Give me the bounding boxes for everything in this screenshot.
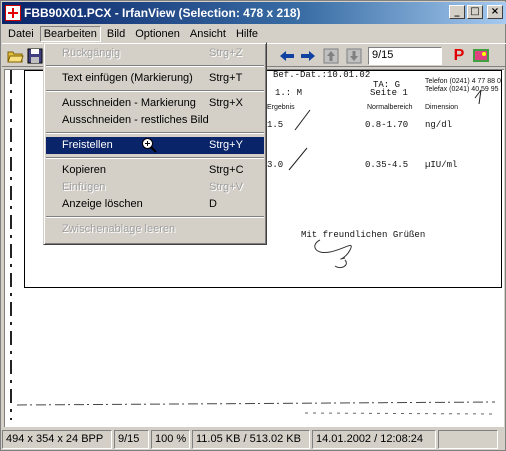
menu-ansicht[interactable]: Ansicht bbox=[186, 26, 230, 42]
status-filesize: 11.05 KB / 513.02 KB bbox=[192, 430, 310, 449]
page-number-field[interactable]: 9/15 bbox=[368, 47, 442, 65]
menu-separator bbox=[46, 216, 264, 218]
menuitem-cut-selection[interactable]: Ausschneiden - Markierung Strg+X bbox=[44, 95, 266, 112]
close-button[interactable]: × bbox=[487, 5, 503, 19]
down-icon[interactable] bbox=[345, 47, 363, 65]
open-folder-icon[interactable] bbox=[6, 47, 24, 65]
menu-separator bbox=[46, 157, 264, 159]
status-bar: 494 x 354 x 24 BPP 9/15 100 % 11.05 KB /… bbox=[2, 429, 506, 450]
menuitem-paste[interactable]: Einfügen Strg+V bbox=[44, 179, 266, 196]
menuitem-cut-remaining[interactable]: Ausschneiden - restliches Bild bbox=[44, 112, 266, 129]
irfanview-app-icon[interactable] bbox=[5, 5, 21, 21]
menuitem-copy[interactable]: Kopieren Strg+C bbox=[44, 162, 266, 179]
status-page: 9/15 bbox=[114, 430, 149, 449]
menu-optionen[interactable]: Optionen bbox=[131, 26, 184, 42]
forward-arrow-icon[interactable] bbox=[299, 47, 317, 65]
irfanview-window: FBB90X01.PCX - IrfanView (Selection: 478… bbox=[0, 0, 506, 451]
edit-menu-dropdown: Rückgängig Strg+Z Text einfügen (Markieru… bbox=[43, 42, 267, 245]
back-arrow-icon[interactable] bbox=[278, 47, 296, 65]
status-resize-grip[interactable] bbox=[438, 430, 498, 449]
menu-bearbeiten[interactable]: Bearbeiten bbox=[39, 25, 101, 42]
menu-datei[interactable]: Datei bbox=[4, 26, 38, 42]
save-icon[interactable] bbox=[26, 47, 44, 65]
menuitem-crop[interactable]: Freistellen Strg+Y bbox=[46, 137, 264, 154]
menu-separator bbox=[46, 65, 264, 67]
window-controls: _ □ × bbox=[449, 5, 503, 19]
status-zoom: 100 % bbox=[151, 430, 190, 449]
menu-bar: Datei Bearbeiten Bild Optionen Ansicht H… bbox=[2, 24, 506, 43]
title-bar[interactable]: FBB90X01.PCX - IrfanView (Selection: 478… bbox=[2, 2, 506, 24]
magnifier-cursor-icon bbox=[141, 137, 157, 153]
menu-separator bbox=[46, 132, 264, 134]
menuitem-clear-clipboard[interactable]: Zwischenablage leeren bbox=[44, 221, 266, 238]
status-dimensions: 494 x 354 x 24 BPP bbox=[2, 430, 112, 449]
window-title: FBB90X01.PCX - IrfanView (Selection: 478… bbox=[24, 6, 301, 20]
minimize-button[interactable]: _ bbox=[449, 5, 465, 19]
menuitem-clear-display[interactable]: Anzeige löschen D bbox=[44, 196, 266, 213]
menu-bild[interactable]: Bild bbox=[103, 26, 129, 42]
slideshow-icon[interactable] bbox=[472, 47, 490, 65]
status-datetime: 14.01.2002 / 12:08:24 bbox=[312, 430, 436, 449]
menu-separator bbox=[46, 90, 264, 92]
paint-icon[interactable]: P bbox=[450, 47, 468, 65]
menu-hilfe[interactable]: Hilfe bbox=[232, 26, 262, 42]
up-icon[interactable] bbox=[322, 47, 340, 65]
menuitem-undo[interactable]: Rückgängig Strg+Z bbox=[44, 45, 266, 62]
maximize-button[interactable]: □ bbox=[467, 5, 483, 19]
menuitem-insert-text[interactable]: Text einfügen (Markierung) Strg+T bbox=[44, 70, 266, 87]
